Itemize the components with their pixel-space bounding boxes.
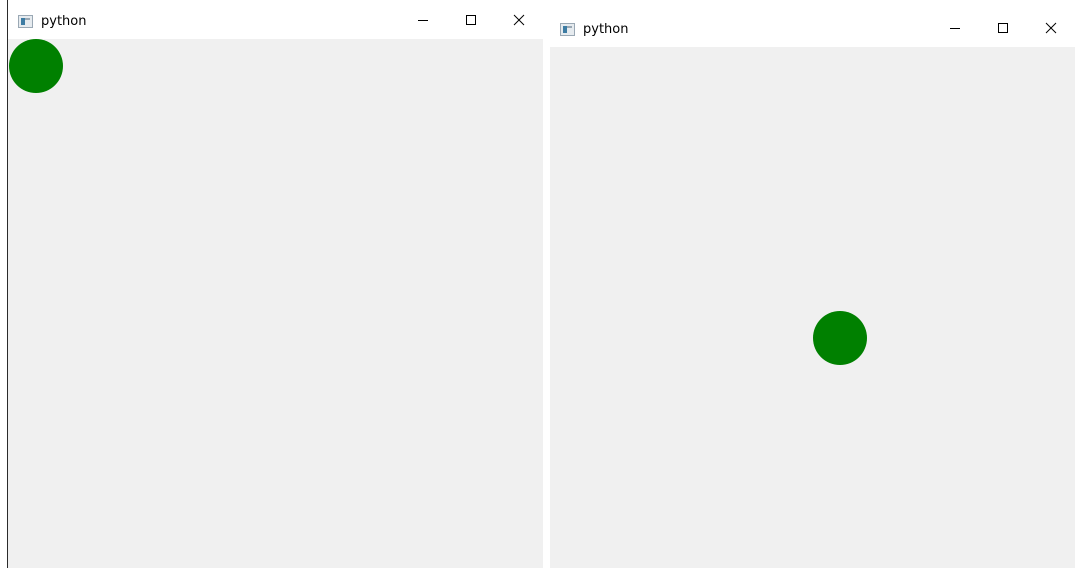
close-icon [1045,22,1057,34]
maximize-button[interactable] [447,0,495,39]
window-title: python [41,14,87,29]
green-ball [813,311,867,365]
maximize-icon [466,15,476,25]
window-title: python [583,22,629,37]
minimize-icon [950,28,960,29]
app-icon[interactable] [560,23,575,36]
green-ball [9,39,63,93]
python-window-left: python [7,0,543,568]
close-button[interactable] [495,0,543,39]
title-bar[interactable]: python [8,0,543,39]
python-window-right: python [550,8,1075,568]
close-icon [513,14,525,26]
canvas-area[interactable] [8,39,543,568]
minimize-button[interactable] [399,0,447,39]
minimize-icon [418,20,428,21]
minimize-button[interactable] [931,8,979,47]
canvas-area[interactable] [550,47,1075,568]
app-icon[interactable] [18,15,33,28]
maximize-icon [998,23,1008,33]
close-button[interactable] [1027,8,1075,47]
maximize-button[interactable] [979,8,1027,47]
title-bar[interactable]: python [550,8,1075,47]
